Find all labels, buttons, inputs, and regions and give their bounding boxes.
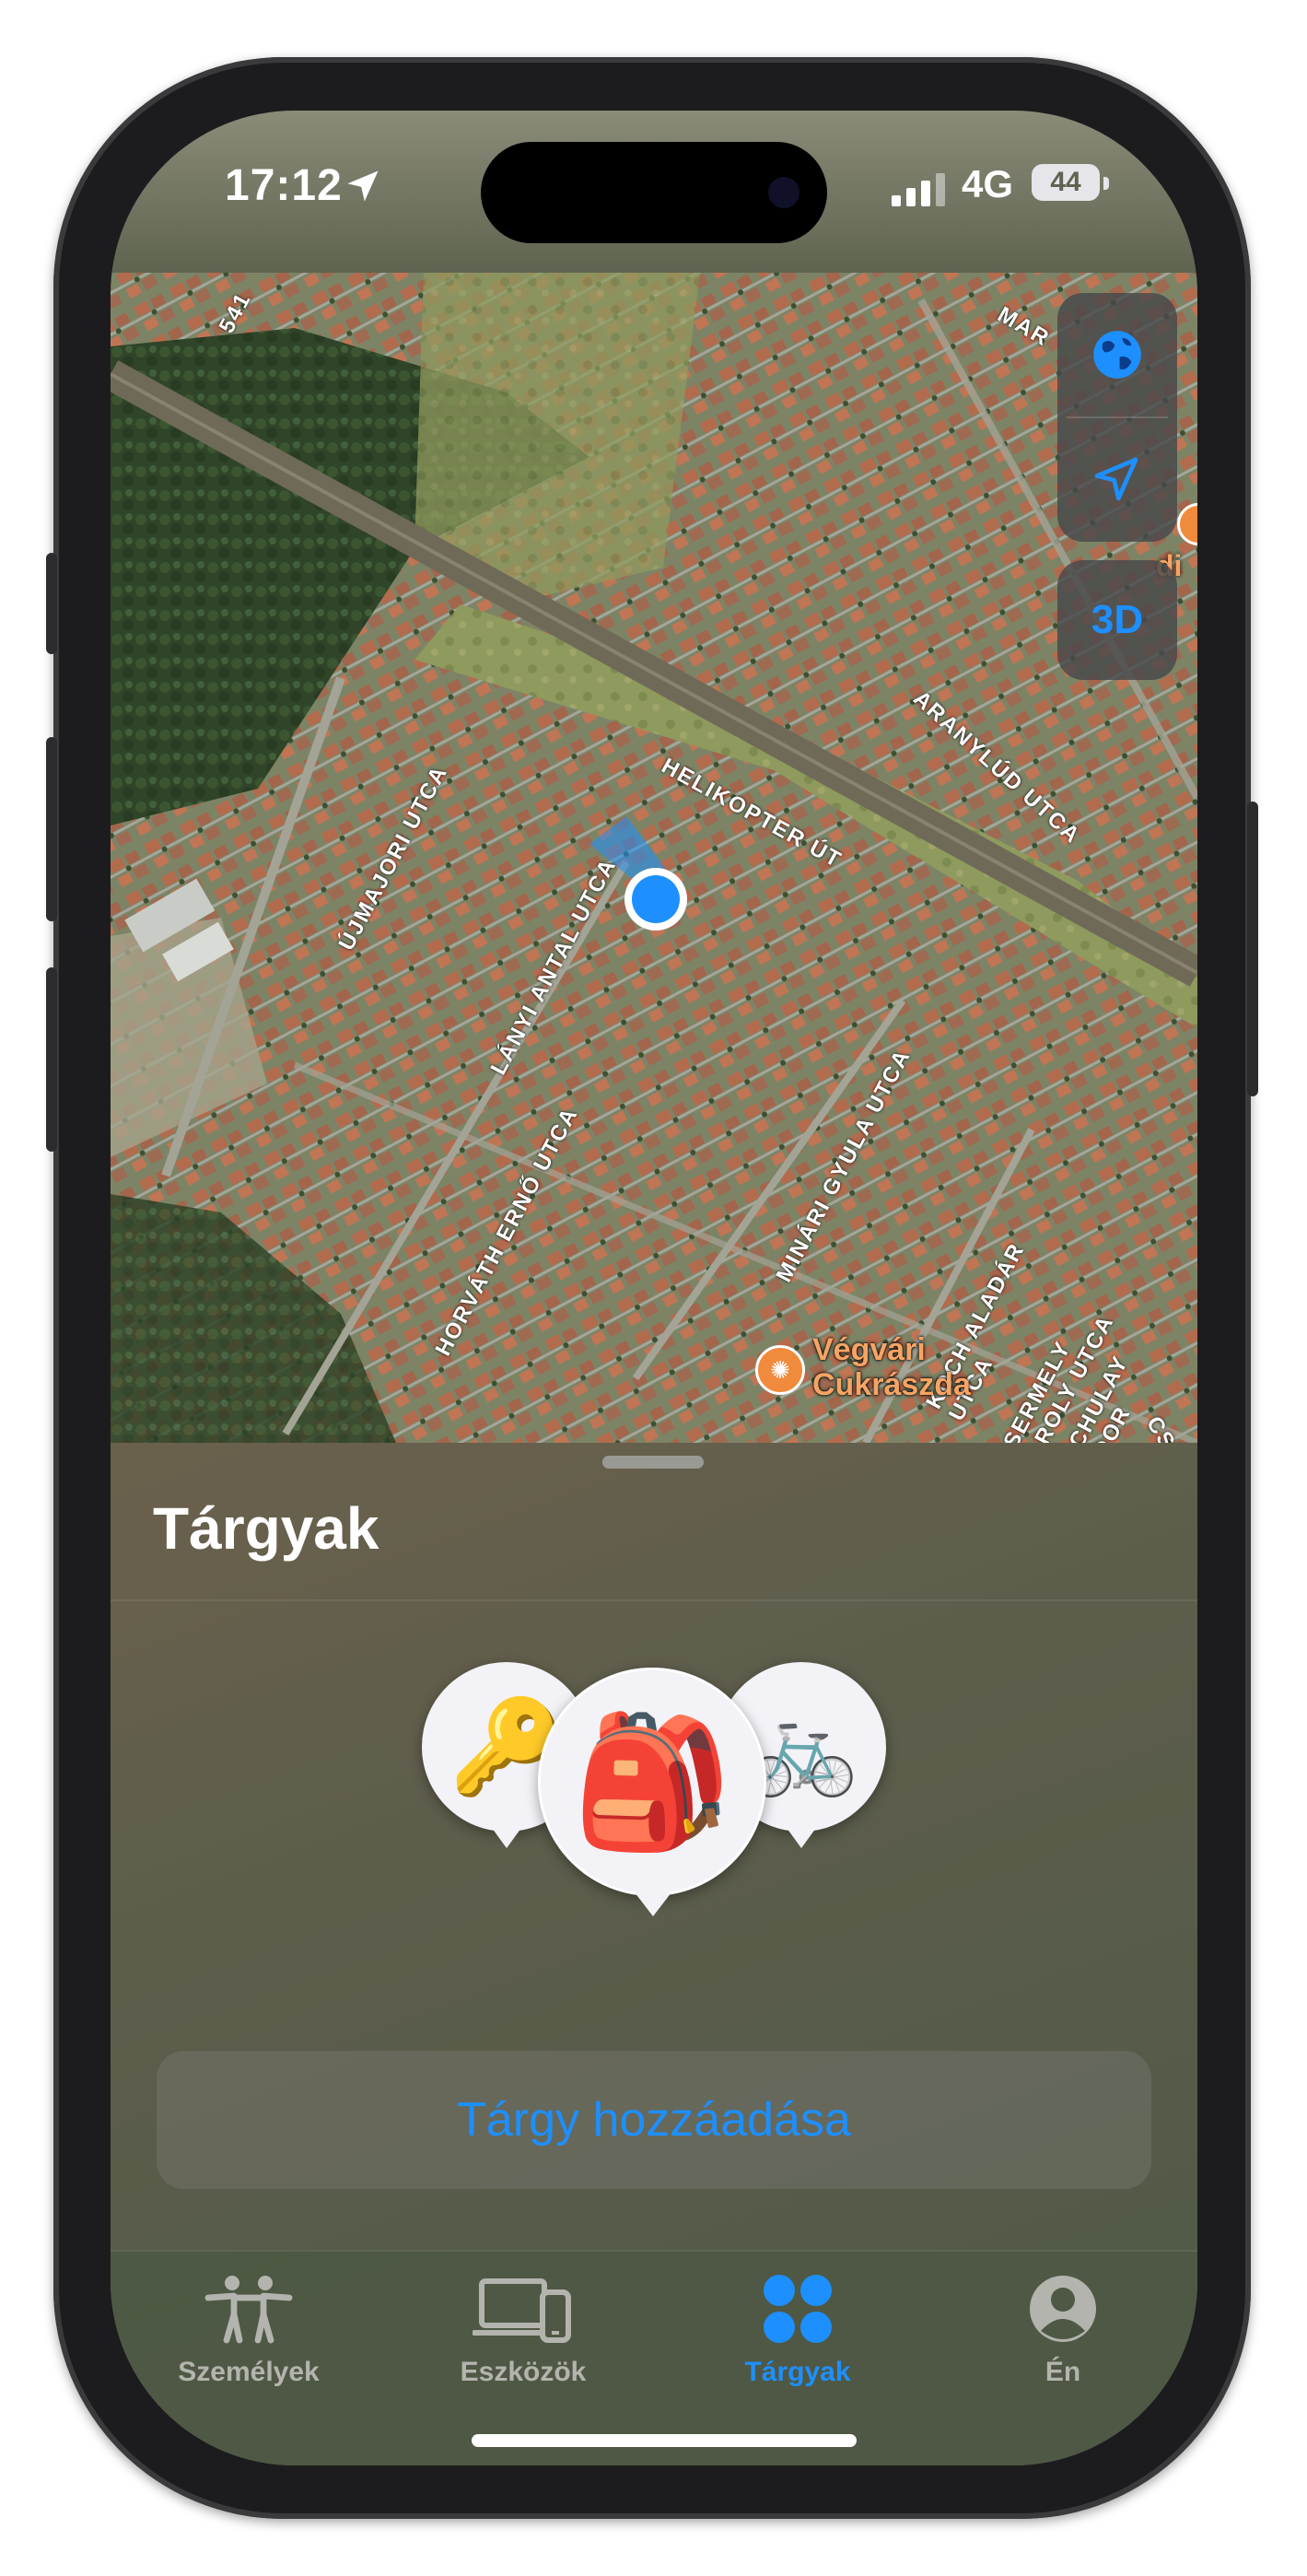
camera-icon [768,177,799,208]
home-indicator[interactable] [472,2434,857,2447]
sheet-title: Tárgyak [153,1495,379,1562]
map-style-button[interactable] [1057,293,1177,416]
battery-tip [1103,177,1109,190]
tab-items[interactable]: Tárgyak [678,2266,917,2414]
pin-tail [635,1892,671,1916]
people-icon [204,2276,293,2344]
add-item-button[interactable]: Tárgy hozzáadása [157,2051,1151,2189]
three-d-button[interactable]: 3D [1057,560,1177,680]
tab-label: Személyek [178,2357,320,2387]
divider [111,1599,1197,1601]
globe-icon [1093,331,1141,379]
devices-icon [473,2278,571,2343]
satellite-map[interactable]: HELIKOPTER ÚT ARANYLÚD UTCA ÚJMAJORI UTC… [111,273,1197,1443]
tab-label: Én [1044,2357,1081,2387]
network-type: 4G [962,162,1014,205]
item-pin-backpack[interactable]: 🎒 [538,1668,766,1896]
pastry-icon: ✺ [755,1345,805,1395]
volume-up-button [46,737,57,921]
map-controls-group [1057,293,1177,542]
location-services-icon [347,170,379,202]
poi-name-line1: Végvári [812,1332,926,1367]
tab-people[interactable]: Személyek [129,2266,368,2414]
backpack-icon: 🎒 [571,1709,733,1854]
pin-tail [492,1828,521,1848]
poi-name-line2: Cukrászda [812,1367,971,1402]
tab-me[interactable]: Én [943,2266,1183,2414]
sheet-grabber[interactable] [602,1456,704,1469]
status-bar: 17:12 4G 44 [111,111,1197,273]
tab-label: Tárgyak [744,2357,851,2387]
tab-bar: Személyek Eszközök Tárgyak Én [111,2250,1197,2465]
location-arrow-icon [1094,457,1138,501]
track-location-button[interactable] [1057,418,1177,542]
power-button [1247,802,1258,1096]
screen: 17:12 4G 44 HELIKOPTER ÚT ARANYLÚD UTCA … [111,111,1197,2465]
status-time: 17:12 [225,161,343,210]
pin-tail [787,1828,816,1848]
battery-icon: 44 [1032,164,1100,201]
action-button [46,553,57,654]
tab-label: Eszközök [460,2357,587,2387]
person-circle-icon [1030,2276,1096,2342]
dynamic-island [481,142,827,243]
volume-down-button [46,967,57,1152]
items-grid-icon [764,2275,832,2343]
cellular-signal-icon [892,173,945,206]
tab-devices[interactable]: Eszközök [403,2266,643,2414]
